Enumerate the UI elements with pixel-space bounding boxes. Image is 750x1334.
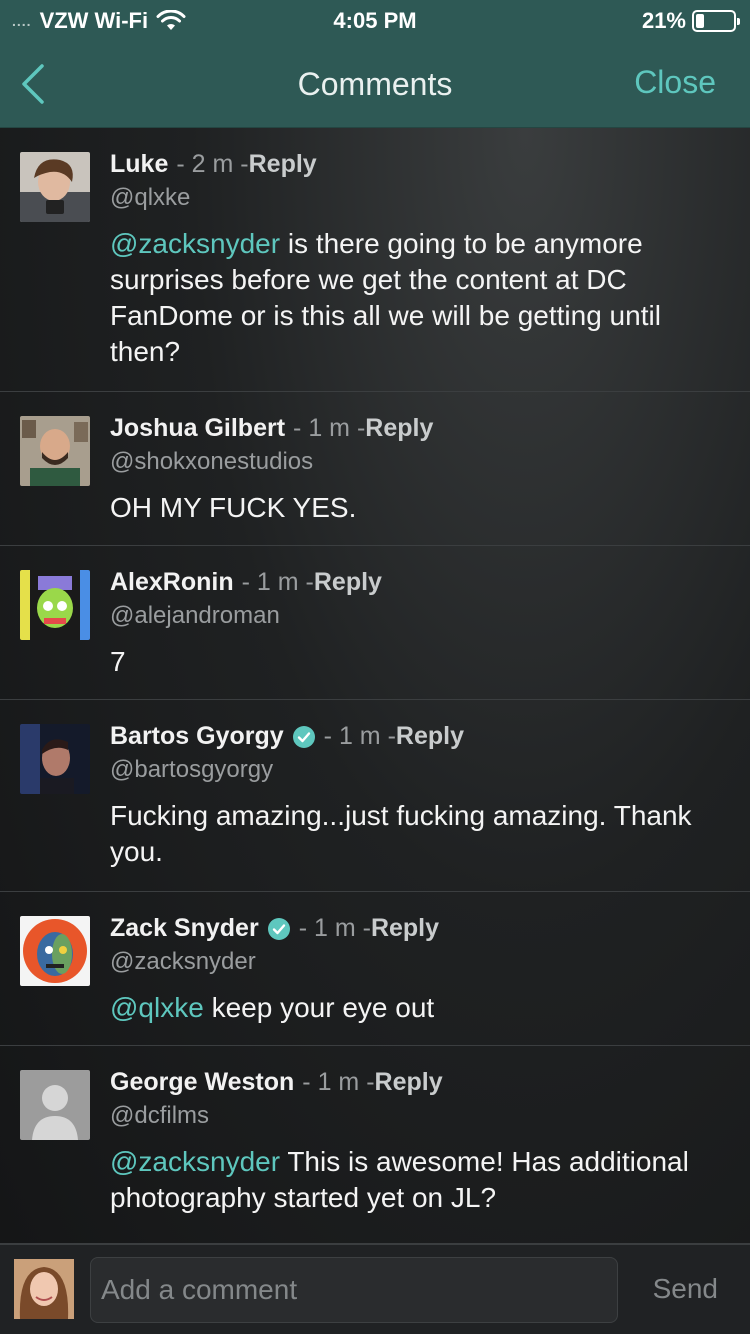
comment-time: 1 m bbox=[338, 722, 381, 750]
verified-badge-icon bbox=[267, 917, 290, 940]
battery-icon bbox=[692, 10, 740, 32]
comment-composer: Send bbox=[0, 1244, 750, 1334]
author-name[interactable]: Zack Snyder bbox=[110, 914, 259, 943]
comment-item: George Weston - 1 m - Reply @dcfilms @za… bbox=[0, 1046, 750, 1244]
reply-button[interactable]: Reply bbox=[371, 914, 439, 943]
status-bar: .... VZW Wi-Fi 4:05 PM 21% bbox=[0, 0, 750, 40]
comment-time: 1 m bbox=[317, 1068, 360, 1096]
comment-header: AlexRonin - 1 m - Reply bbox=[110, 568, 382, 597]
author-handle[interactable]: @bartosgyorgy bbox=[110, 756, 273, 784]
comment-meta: - 2 m - bbox=[176, 150, 248, 179]
reply-button[interactable]: Reply bbox=[375, 1068, 443, 1097]
top-bar: .... VZW Wi-Fi 4:05 PM 21% Comments Clos… bbox=[0, 0, 750, 128]
avatar[interactable] bbox=[20, 916, 90, 986]
avatar[interactable] bbox=[20, 570, 90, 640]
comment-body: 7 bbox=[110, 646, 126, 677]
author-handle[interactable]: @dcfilms bbox=[110, 1102, 209, 1130]
comment-text: @zacksnyder is there going to be anymore… bbox=[110, 226, 730, 370]
separator: - bbox=[298, 568, 314, 596]
user-avatar bbox=[14, 1259, 74, 1319]
separator: - bbox=[323, 722, 339, 750]
comment-item: AlexRonin - 1 m - Reply @alejandroman 7 bbox=[0, 546, 750, 700]
separator: - bbox=[298, 914, 314, 942]
separator: - bbox=[293, 414, 309, 442]
separator: - bbox=[359, 1068, 375, 1096]
comment-header: Joshua Gilbert - 1 m - Reply bbox=[110, 414, 433, 443]
comment-meta: - 1 m - bbox=[242, 568, 314, 597]
comment-item: Zack Snyder - 1 m - Reply @zacksnyder @q… bbox=[0, 892, 750, 1046]
comment-meta: - 1 m - bbox=[324, 722, 396, 751]
avatar[interactable] bbox=[20, 1070, 90, 1140]
separator: - bbox=[355, 914, 371, 942]
separator: - bbox=[302, 1068, 318, 1096]
comment-header: Bartos Gyorgy - 1 m - Reply bbox=[110, 722, 464, 751]
comment-body: Fucking amazing...just fucking amazing. … bbox=[110, 800, 692, 867]
comment-text: Fucking amazing...just fucking amazing. … bbox=[110, 798, 730, 870]
comment-meta: - 1 m - bbox=[299, 914, 371, 943]
author-name[interactable]: Bartos Gyorgy bbox=[110, 722, 284, 751]
comment-time: 2 m bbox=[191, 150, 234, 178]
author-handle[interactable]: @zacksnyder bbox=[110, 948, 256, 976]
reply-button[interactable]: Reply bbox=[249, 150, 317, 179]
comment-input[interactable] bbox=[90, 1257, 618, 1323]
battery-fill bbox=[696, 14, 704, 28]
comment-header: George Weston - 1 m - Reply bbox=[110, 1068, 443, 1097]
comment-text: 7 bbox=[110, 644, 730, 680]
nav-bar: Comments Close bbox=[0, 44, 750, 128]
author-name[interactable]: Joshua Gilbert bbox=[110, 414, 285, 443]
comment-item: Joshua Gilbert - 1 m - Reply @shokxonest… bbox=[0, 392, 750, 546]
mention-link[interactable]: @zacksnyder bbox=[110, 1146, 280, 1177]
separator: - bbox=[350, 414, 366, 442]
battery-percent: 21% bbox=[641, 8, 686, 33]
comment-meta: - 1 m - bbox=[302, 1068, 374, 1097]
comment-time: 1 m bbox=[313, 914, 356, 942]
comment-time: 1 m bbox=[308, 414, 351, 442]
mention-link[interactable]: @zacksnyder bbox=[110, 228, 280, 259]
author-name[interactable]: Luke bbox=[110, 150, 168, 179]
separator: - bbox=[380, 722, 396, 750]
mention-link[interactable]: @qlxke bbox=[110, 992, 204, 1023]
comment-body: OH MY FUCK YES. bbox=[110, 492, 357, 523]
reply-button[interactable]: Reply bbox=[396, 722, 464, 751]
comment-item: Luke - 2 m - Reply @qlxke @zacksnyder is… bbox=[0, 128, 750, 392]
separator: - bbox=[176, 150, 192, 178]
author-handle[interactable]: @qlxke bbox=[110, 184, 190, 212]
author-handle[interactable]: @shokxonestudios bbox=[110, 448, 313, 476]
verified-badge-icon bbox=[292, 725, 315, 748]
comment-body: keep your eye out bbox=[203, 992, 435, 1023]
separator: - bbox=[241, 568, 257, 596]
separator: - bbox=[233, 150, 249, 178]
clock: 4:05 PM bbox=[333, 8, 417, 33]
comment-text: OH MY FUCK YES. bbox=[110, 490, 730, 526]
author-name[interactable]: AlexRonin bbox=[110, 568, 234, 597]
comment-header: Luke - 2 m - Reply bbox=[110, 150, 317, 179]
comment-list[interactable]: Luke - 2 m - Reply @qlxke @zacksnyder is… bbox=[0, 128, 750, 1244]
comment-time: 1 m bbox=[256, 568, 299, 596]
avatar[interactable] bbox=[20, 416, 90, 486]
send-button[interactable]: Send bbox=[653, 1273, 718, 1305]
battery-group: 21% bbox=[641, 8, 740, 34]
comment-meta: - 1 m - bbox=[293, 414, 365, 443]
avatar[interactable] bbox=[20, 152, 90, 222]
author-handle[interactable]: @alejandroman bbox=[110, 602, 280, 630]
comment-text: @zacksnyder This is awesome! Has additio… bbox=[110, 1144, 730, 1216]
close-button[interactable]: Close bbox=[634, 64, 716, 101]
avatar[interactable] bbox=[20, 724, 90, 794]
author-name[interactable]: George Weston bbox=[110, 1068, 294, 1097]
comment-header: Zack Snyder - 1 m - Reply bbox=[110, 914, 439, 943]
comment-text: @qlxke keep your eye out bbox=[110, 990, 730, 1026]
reply-button[interactable]: Reply bbox=[314, 568, 382, 597]
reply-button[interactable]: Reply bbox=[365, 414, 433, 443]
comment-item: Bartos Gyorgy - 1 m - Reply @bartosgyorg… bbox=[0, 700, 750, 892]
